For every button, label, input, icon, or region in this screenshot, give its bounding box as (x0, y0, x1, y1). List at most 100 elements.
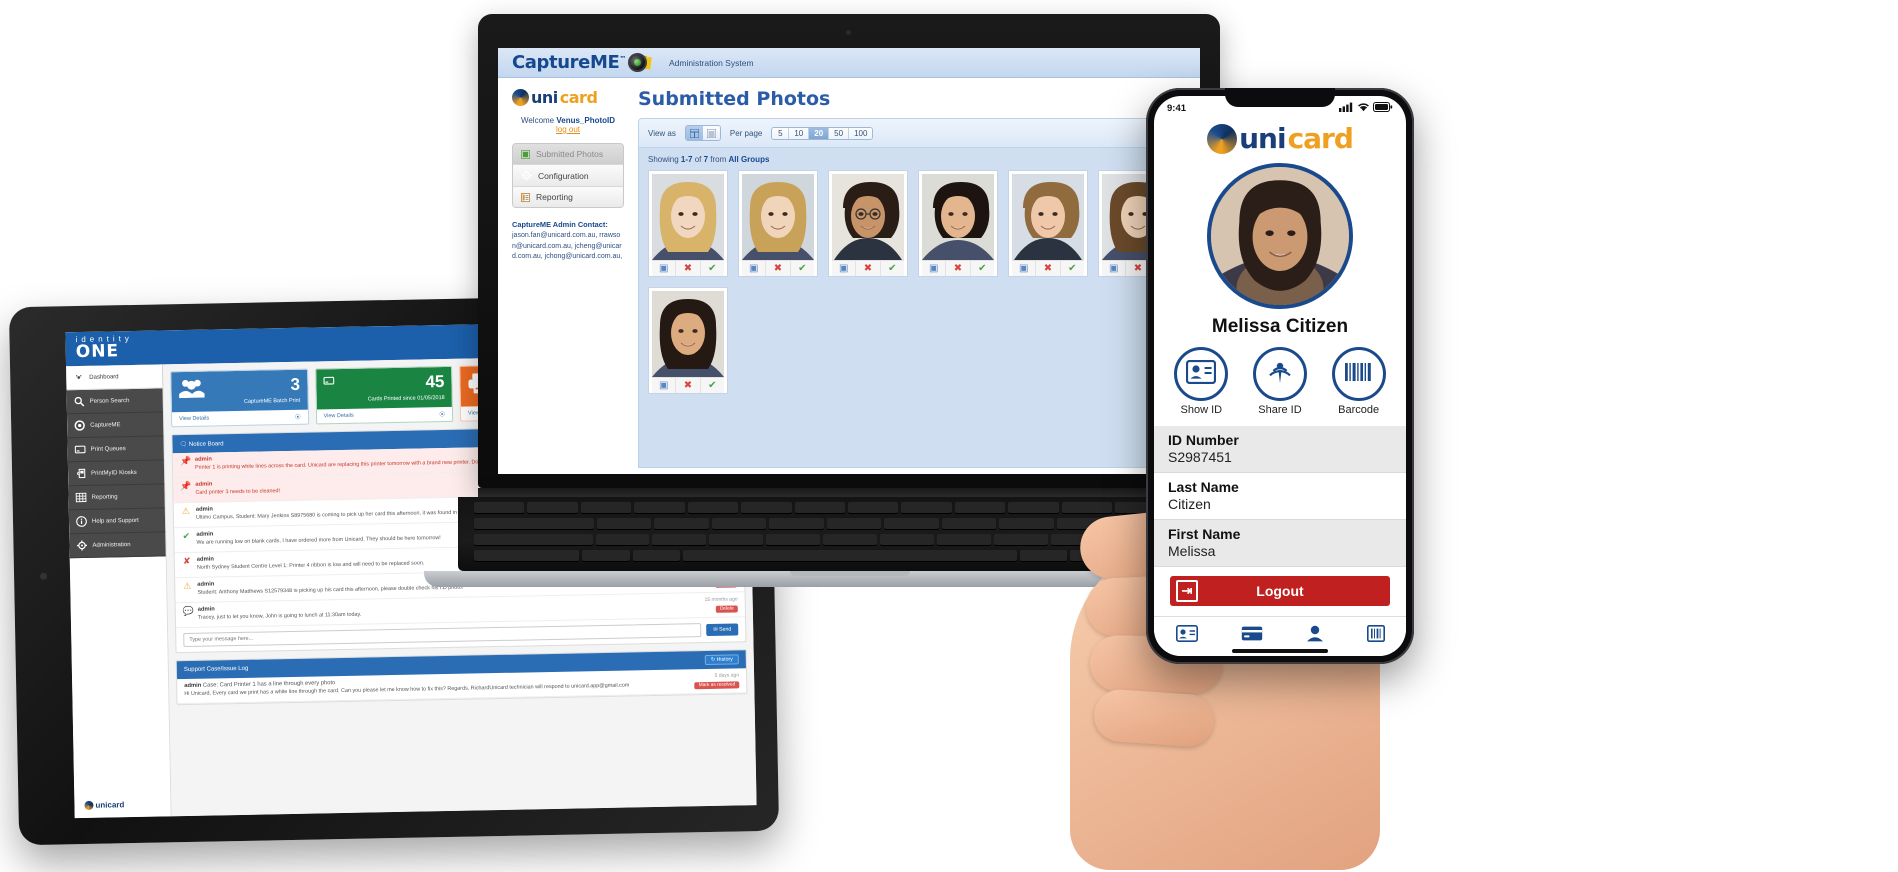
photo-tile[interactable]: ▣✖✔ (738, 170, 818, 277)
captureme-sidebar: uni card Welcome Venus_PhotoID log out Su… (498, 78, 634, 474)
person-icon[interactable] (1306, 625, 1324, 642)
photo-tile[interactable]: ▣✖✔ (648, 287, 728, 394)
barcode-tab-icon[interactable] (1366, 625, 1385, 642)
dashboard-card[interactable]: 45 Cards Printed since 01/05/2018 View Det… (314, 365, 454, 425)
check-icon: ✔ (182, 531, 191, 542)
user-photo (1207, 163, 1353, 309)
barcode-icon (1343, 361, 1375, 388)
approve-icon[interactable]: ✔ (791, 261, 814, 276)
chat-icon: 💬 (182, 605, 195, 617)
sidebar-item-administration[interactable]: Administration (69, 532, 166, 559)
card-value: 45 (425, 371, 445, 392)
reject-icon[interactable]: ✖ (1036, 261, 1061, 276)
crop-icon[interactable]: ▣ (742, 261, 767, 276)
sidebar-item-label: Help and Support (91, 517, 139, 525)
card-view-details[interactable]: View Details⦿ (316, 407, 452, 424)
photo-tile[interactable]: ▣✖✔ (918, 170, 998, 277)
approve-icon[interactable]: ✔ (971, 261, 994, 276)
id-field-label: Last Name (1168, 479, 1239, 495)
phone-notch (1225, 88, 1335, 107)
menu-item-submitted-photos[interactable]: Submitted Photos (513, 144, 623, 165)
per-page-option-100[interactable]: 100 (849, 127, 873, 139)
sidebar-item-person-search[interactable]: Person Search (66, 388, 163, 415)
id-field-value: S2987451 (1168, 449, 1232, 465)
crop-icon[interactable]: ▣ (652, 378, 677, 393)
signal-icon (1339, 102, 1354, 115)
captureme-subtitle: Administration System (668, 57, 754, 68)
notice-board-title: 🗨 Notice Board (179, 440, 224, 448)
reject-icon[interactable]: ✖ (946, 261, 971, 276)
mark-resolved-button[interactable]: Mark as resolved (694, 681, 740, 690)
x-icon: ✘ (182, 556, 191, 567)
send-button[interactable]: ✉ Send (706, 623, 739, 637)
view-mode-switch (684, 125, 721, 141)
sidebar-item-label: CaptureME (90, 421, 121, 429)
table-icon (75, 492, 87, 503)
sidebar-item-captureme[interactable]: CaptureME (66, 412, 164, 439)
id-field-row: First Name Melissa (1154, 520, 1406, 567)
quick-action-label: Barcode (1338, 404, 1380, 416)
menu-item-configuration[interactable]: Configuration (513, 165, 623, 187)
quick-actions: Show ID Share ID Barcode (1154, 347, 1406, 426)
sidebar-item-print-queues[interactable]: Print Queues (67, 436, 164, 463)
reject-icon[interactable]: ✖ (676, 261, 701, 276)
identity-one-logo: identity ONE (75, 334, 133, 362)
approve-icon[interactable]: ✔ (701, 261, 724, 276)
wallet-icon[interactable] (1241, 625, 1263, 642)
crop-icon[interactable]: ▣ (1012, 261, 1037, 276)
list-view-icon[interactable] (702, 126, 720, 140)
menu-item-label: Submitted Photos (536, 149, 604, 159)
card-view-details[interactable]: View Details⦿ (172, 410, 308, 427)
grid-view-icon[interactable] (685, 126, 703, 140)
pin-icon: 📌 (179, 456, 192, 467)
crop-icon[interactable]: ▣ (832, 261, 857, 276)
notice-delete-button[interactable]: Delete (715, 605, 738, 613)
sidebar: Dashboard Person Search CaptureME Print Que… (66, 364, 172, 819)
sidebar-item-printmyid-kiosks[interactable]: PrintMyID Kiosks (67, 460, 165, 487)
photo-tile[interactable]: ▣✖✔ (828, 170, 908, 277)
reject-icon[interactable]: ✖ (856, 261, 881, 276)
menu-item-reporting[interactable]: Reporting (513, 187, 623, 207)
submitted-photo (832, 174, 904, 260)
sidebar-item-reporting[interactable]: Reporting (68, 484, 165, 511)
logout-button[interactable]: ⇥ Logout (1170, 576, 1390, 606)
quick-action-share-id[interactable]: Share ID (1244, 347, 1316, 416)
per-page-option-50[interactable]: 50 (829, 127, 850, 139)
sidebar-item-label: Person Search (89, 397, 130, 405)
reject-icon[interactable]: ✖ (766, 261, 791, 276)
message-input[interactable] (183, 623, 702, 648)
id-field-value: Melissa (1168, 543, 1216, 559)
support-history-button[interactable]: ↻ History (704, 654, 739, 666)
per-page-option-5[interactable]: 5 (772, 127, 790, 139)
photo-tile[interactable]: ▣✖✔ (648, 170, 728, 277)
photo-tile[interactable]: ▣✖✔ (1008, 170, 1088, 277)
approve-icon[interactable]: ✔ (1061, 261, 1084, 276)
notice-time: 15 months ago (704, 596, 738, 604)
card-icon (322, 375, 334, 386)
admin-contact-title: CaptureME Admin Contact: (512, 220, 608, 229)
quick-action-barcode[interactable]: Barcode (1323, 347, 1395, 416)
crop-icon[interactable]: ▣ (652, 261, 677, 276)
id-field-row: Last Name Citizen (1154, 473, 1406, 520)
per-page-option-10[interactable]: 10 (789, 127, 810, 139)
sidebar-item-help-and-support[interactable]: Help and Support (68, 508, 166, 535)
sidebar-nav: Dashboard Person Search CaptureME Print Que… (66, 364, 166, 559)
kiosk-icon (75, 468, 86, 479)
quick-action-show-id[interactable]: Show ID (1165, 347, 1237, 416)
sidebar-item-dashboard[interactable]: Dashboard (66, 364, 163, 391)
reject-icon[interactable]: ✖ (676, 378, 701, 393)
approve-icon[interactable]: ✔ (701, 378, 724, 393)
captureme-brand: CaptureME™ (512, 52, 626, 73)
crop-icon[interactable]: ▣ (1102, 261, 1127, 276)
menu-item-label: Reporting (536, 192, 573, 202)
welcome-text: Welcome Venus_PhotoID (520, 116, 616, 125)
approve-icon[interactable]: ✔ (881, 261, 904, 276)
per-page-option-20[interactable]: 20 (809, 127, 830, 139)
camera-icon (74, 420, 85, 431)
chat-icon: 🗨 (179, 441, 188, 448)
id-badge-icon[interactable] (1175, 625, 1198, 642)
dashboard-card[interactable]: 3 CaptureME Batch Print View Details ⦿ (170, 368, 309, 428)
logout-link[interactable]: log out (512, 125, 624, 134)
crop-icon[interactable]: ▣ (922, 261, 947, 276)
page-title: Submitted Photos (638, 88, 831, 110)
